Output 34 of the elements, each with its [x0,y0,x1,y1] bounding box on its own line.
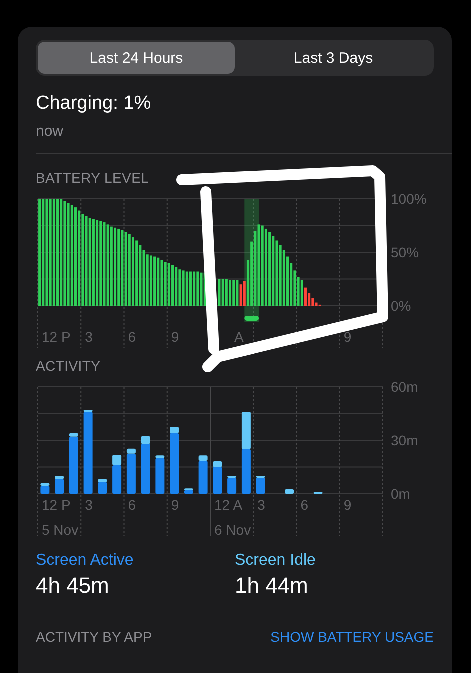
summary-label: Screen Idle [235,552,316,570]
date-label: 5 Nov [42,522,79,538]
axis-label: 0% [391,298,412,314]
status-time: now [36,123,65,140]
charging-status: Charging: 1% [36,93,152,115]
axis-label: 9 [171,329,180,345]
summary-value: 1h 44m [235,573,308,599]
axis-label: 6 [128,497,136,513]
axis-label: 3 [258,497,266,513]
show-usage-link[interactable]: SHOW BATTERY USAGE [270,629,434,645]
axis-label: 12 P [42,497,71,513]
date-label: 6 Nov [214,522,252,538]
axis-label: 50% [391,244,420,260]
axis-label: 9 [344,329,352,345]
axis-label: 9 [344,497,352,513]
axis-label: 0m [391,486,410,502]
axis-label: 12 P [42,329,71,345]
axis-label: 30m [391,432,418,448]
axis-label: 6 [128,329,136,345]
segment-tab[interactable]: Last 24 Hours [38,42,235,74]
axis-label: 60m [391,379,418,395]
axis-label: 3 [85,497,93,513]
axis-label: 12 A [214,497,243,513]
section-title: ACTIVITY [36,358,102,374]
axis-label: 100% [391,191,427,207]
axis-label: 9 [171,497,180,513]
axis-label: 6 [300,497,309,513]
segment-tab[interactable]: Last 3 Days [235,42,432,74]
section-title: BATTERY LEVEL [36,170,150,186]
axis-label: 3 [85,329,93,345]
axis-label: A [234,329,244,345]
summary-value: 4h 45m [36,573,110,599]
summary-label: Screen Active [36,552,134,570]
section-title: ACTIVITY BY APP [36,629,152,645]
